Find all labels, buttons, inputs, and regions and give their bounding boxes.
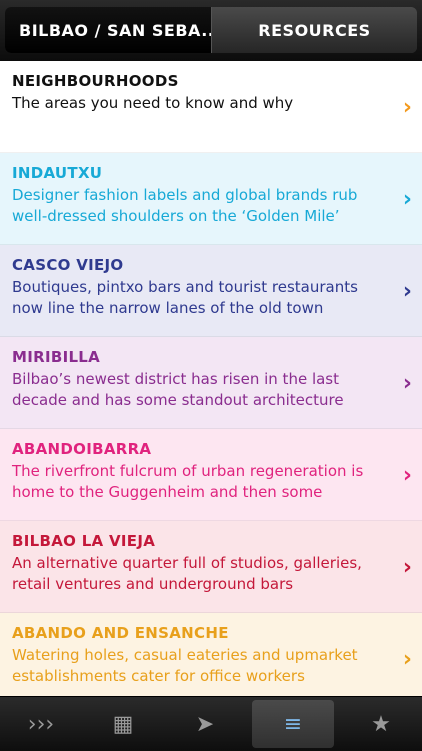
back-to-city-button[interactable]: BILBAO / SAN SEBA... xyxy=(5,7,211,53)
list-item-description: Bilbao’s newest district has risen in th… xyxy=(12,370,344,409)
list-item[interactable]: ABANDO AND ENSANCHE Watering holes, casua… xyxy=(0,613,422,696)
chevron-right-icon: › xyxy=(402,187,412,212)
list-item-title: CASCO VIEJO xyxy=(12,256,124,274)
bottom-tab-bar: ››› ▦ ➤ ≡ ★ xyxy=(0,696,422,751)
chevron-right-icon: › xyxy=(402,95,412,120)
list-item-title: MIRIBILLA xyxy=(12,348,101,366)
chevron-right-icon: › xyxy=(402,463,412,488)
list-item[interactable]: INDAUTXU Designer fashion labels and glob… xyxy=(0,153,422,245)
chevron-right-icon: › xyxy=(402,279,412,304)
list-item-description: An alternative quarter full of studios, … xyxy=(12,554,362,593)
segmented-control: BILBAO / SAN SEBA... RESOURCES xyxy=(5,7,417,53)
neighbourhood-list: NEIGHBOURHOODS The areas you need to know… xyxy=(0,61,422,696)
chevrons-icon[interactable]: ››› xyxy=(0,697,82,751)
resources-tab[interactable]: RESOURCES xyxy=(211,7,417,53)
list-item-title: INDAUTXU xyxy=(12,164,103,182)
top-navigation-bar: BILBAO / SAN SEBA... RESOURCES xyxy=(0,0,422,61)
list-item[interactable]: BILBAO LA VIEJA An alternative quarter fu… xyxy=(0,521,422,613)
list-item[interactable]: MIRIBILLA Bilbao’s newest district has ri… xyxy=(0,337,422,429)
list-item-title: BILBAO LA VIEJA xyxy=(12,532,156,550)
list-item-description: Designer fashion labels and global brand… xyxy=(12,186,358,225)
list-item-title: ABANDOIBARRA xyxy=(12,440,152,458)
chevron-right-icon: › xyxy=(402,555,412,580)
list-item-description: Boutiques, pintxo bars and tourist resta… xyxy=(12,278,358,317)
star-icon[interactable]: ★ xyxy=(340,697,422,751)
list-item-description: Watering holes, casual eateries and upma… xyxy=(12,646,358,685)
chevron-right-icon: › xyxy=(402,647,412,672)
list-item-title: NEIGHBOURHOODS xyxy=(12,72,179,90)
list-item[interactable]: ABANDOIBARRA The riverfront fulcrum of ur… xyxy=(0,429,422,521)
list-item-description: The areas you need to know and why xyxy=(12,94,294,112)
location-arrow-icon[interactable]: ➤ xyxy=(164,697,246,751)
list-item[interactable]: CASCO VIEJO Boutiques, pintxo bars and to… xyxy=(0,245,422,337)
grid-icon[interactable]: ▦ xyxy=(82,697,164,751)
list-item[interactable]: NEIGHBOURHOODS The areas you need to know… xyxy=(0,61,422,153)
list-icon[interactable]: ≡ xyxy=(252,700,334,748)
list-item-description: The riverfront fulcrum of urban regenera… xyxy=(12,462,364,501)
list-item-title: ABANDO AND ENSANCHE xyxy=(12,624,229,642)
chevron-right-icon: › xyxy=(402,371,412,396)
